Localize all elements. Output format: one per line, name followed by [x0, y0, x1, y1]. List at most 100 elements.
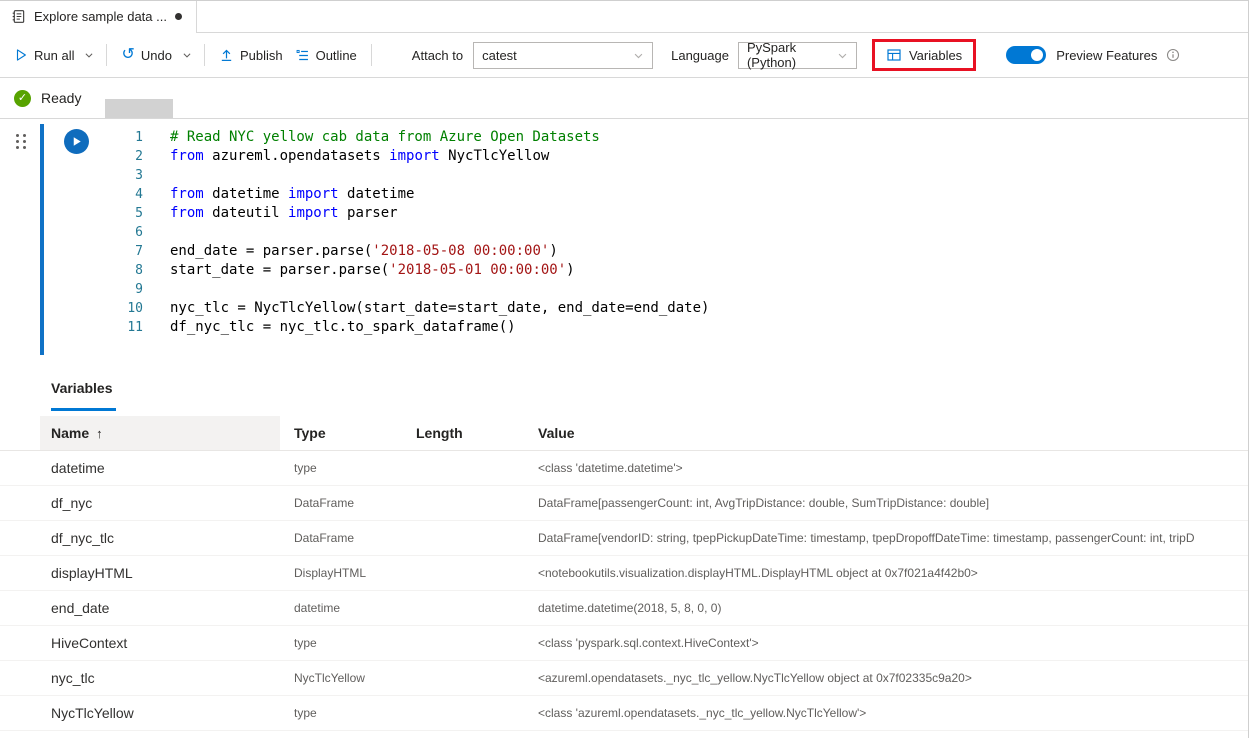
- variables-annotation-box: Variables: [872, 39, 976, 71]
- table-row[interactable]: datetimetype<class 'datetime.datetime'>: [0, 451, 1248, 486]
- variables-panel: Variables Name ↑ Type Length Value datet…: [0, 367, 1248, 731]
- chevron-down-icon: [837, 50, 848, 61]
- chevron-down-icon: [633, 50, 644, 61]
- cell-type: DisplayHTML: [280, 566, 402, 580]
- ready-status-text: Ready: [41, 90, 81, 106]
- run-all-label: Run all: [34, 48, 74, 63]
- preview-features-toggle[interactable]: [1006, 46, 1046, 64]
- column-header-length[interactable]: Length: [402, 416, 524, 450]
- table-row[interactable]: displayHTMLDisplayHTML <notebookutils.vis…: [0, 556, 1248, 591]
- column-header-value[interactable]: Value: [524, 416, 1248, 450]
- code-line: from dateutil import parser: [170, 204, 709, 223]
- outline-button[interactable]: Outline: [289, 43, 363, 68]
- line-number: 11: [105, 318, 143, 337]
- language-value: PySpark (Python): [747, 40, 837, 70]
- cell-type: DataFrame: [280, 531, 402, 545]
- table-row[interactable]: HiveContexttype<class 'pyspark.sql.conte…: [0, 626, 1248, 661]
- code-line: df_nyc_tlc = nyc_tlc.to_spark_dataframe(…: [170, 318, 709, 337]
- code-line: [170, 223, 709, 242]
- publish-label: Publish: [240, 48, 283, 63]
- cell-name: displayHTML: [40, 565, 280, 581]
- undo-icon: ↺: [121, 48, 134, 62]
- info-icon[interactable]: [1166, 48, 1180, 62]
- cell-value: DataFrame[vendorID: string, tpepPickupDa…: [524, 531, 1248, 545]
- variables-table-body: datetime type <class 'datetime.datetime'> d…: [0, 451, 1248, 731]
- app-window: Explore sample data ... Run all ↺ Undo: [0, 0, 1249, 738]
- status-bar: ✓ Ready: [0, 78, 1248, 119]
- line-numbers: 1234567891011: [105, 128, 143, 337]
- run-cell-button[interactable]: [64, 129, 89, 154]
- code-line: # Read NYC yellow cab data from Azure Op…: [170, 128, 709, 147]
- variables-button[interactable]: Variables: [875, 42, 973, 68]
- cell-type: type: [280, 461, 402, 475]
- line-number: 2: [105, 147, 143, 166]
- attach-to-value: catest: [482, 48, 517, 63]
- table-row[interactable]: end_datedatetime datetime.datetime(2018, …: [0, 591, 1248, 626]
- cell-type: datetime: [280, 601, 402, 615]
- code-line: nyc_tlc = NycTlcYellow(start_date=start_…: [170, 299, 709, 318]
- cell-value: <class 'pyspark.sql.context.HiveContext'…: [524, 636, 1248, 650]
- code-line: [170, 280, 709, 299]
- code-line: from datetime import datetime: [170, 185, 709, 204]
- toolbar-divider: [371, 44, 372, 66]
- cell-name: df_nyc_tlc: [40, 530, 280, 546]
- cell-value: <notebookutils.visualization.displayHTML…: [524, 566, 1248, 580]
- variables-table: Name ↑ Type Length Value datetime type <cl…: [0, 416, 1248, 731]
- column-header-name-label: Name: [51, 425, 89, 441]
- table-row[interactable]: NycTlcYellowtype <class 'azureml.opendata…: [0, 696, 1248, 731]
- undo-options-chevron[interactable]: [178, 45, 196, 65]
- table-row[interactable]: nyc_tlcNycTlcYellow <azureml.opendatasets…: [0, 661, 1248, 696]
- line-number: 5: [105, 204, 143, 223]
- cell-value: datetime.datetime(2018, 5, 8, 0, 0): [524, 601, 1248, 615]
- unsaved-changes-dot: [175, 13, 182, 20]
- variables-panel-title[interactable]: Variables: [51, 380, 116, 411]
- line-number: 1: [105, 128, 143, 147]
- run-all-button[interactable]: Run all: [8, 43, 80, 68]
- notebook-tab[interactable]: Explore sample data ...: [0, 1, 197, 32]
- cell-name: end_date: [40, 600, 280, 616]
- column-header-type[interactable]: Type: [280, 416, 402, 450]
- code-line: start_date = parser.parse('2018-05-01 00…: [170, 261, 709, 280]
- line-number: 3: [105, 166, 143, 185]
- column-header-name[interactable]: Name ↑: [40, 416, 280, 450]
- table-row[interactable]: df_nyc_tlcDataFrame DataFrame[vendorID: s…: [0, 521, 1248, 556]
- cell-selection-bar: [40, 124, 44, 355]
- cell-name: nyc_tlc: [40, 670, 280, 686]
- cell-type: NycTlcYellow: [280, 671, 402, 685]
- language-dropdown[interactable]: PySpark (Python): [738, 42, 857, 69]
- line-number: 4: [105, 185, 143, 204]
- cell-drag-handle[interactable]: [16, 134, 26, 149]
- toggle-knob: [1031, 49, 1043, 61]
- variables-label: Variables: [909, 48, 962, 63]
- notebook-tab-title: Explore sample data ...: [34, 9, 167, 24]
- run-options-chevron[interactable]: [80, 45, 98, 65]
- code-line: from azureml.opendatasets import NycTlcY…: [170, 147, 709, 166]
- cell-value: <class 'azureml.opendatasets._nyc_tlc_ye…: [524, 706, 1248, 720]
- line-number: 9: [105, 280, 143, 299]
- line-number: 8: [105, 261, 143, 280]
- notebook-toolbar: Run all ↺ Undo Publish Outline Attach t: [0, 33, 1248, 78]
- code-line: [170, 166, 709, 185]
- outline-icon: [295, 48, 310, 63]
- table-row[interactable]: df_nycDataFrameDataFrame[passengerCount:…: [0, 486, 1248, 521]
- variables-table-icon: [886, 47, 902, 63]
- cell-name: NycTlcYellow: [40, 705, 280, 721]
- publish-upload-icon: [219, 48, 234, 63]
- code-lines: # Read NYC yellow cab data from Azure Op…: [170, 128, 709, 337]
- cell-value: DataFrame[passengerCount: int, AvgTripDi…: [524, 496, 1248, 510]
- scrollbar-thumb[interactable]: [105, 99, 173, 118]
- publish-button[interactable]: Publish: [213, 43, 289, 68]
- cell-type: type: [280, 636, 402, 650]
- play-icon: [14, 48, 28, 62]
- ready-check-icon: ✓: [14, 90, 31, 107]
- cell-name: df_nyc: [40, 495, 280, 511]
- cell-type: type: [280, 706, 402, 720]
- toolbar-divider: [204, 44, 205, 66]
- cell-value: <class 'datetime.datetime'>: [524, 461, 1248, 475]
- cell-value: <azureml.opendatasets._nyc_tlc_yellow.Ny…: [524, 671, 1248, 685]
- attach-to-dropdown[interactable]: catest: [473, 42, 653, 69]
- notebook-cell-area: 1234567891011 # Read NYC yellow cab data…: [0, 119, 1248, 367]
- code-editor[interactable]: 1234567891011 # Read NYC yellow cab data…: [0, 119, 1248, 337]
- language-label: Language: [671, 48, 729, 63]
- undo-button[interactable]: ↺ Undo: [115, 43, 177, 68]
